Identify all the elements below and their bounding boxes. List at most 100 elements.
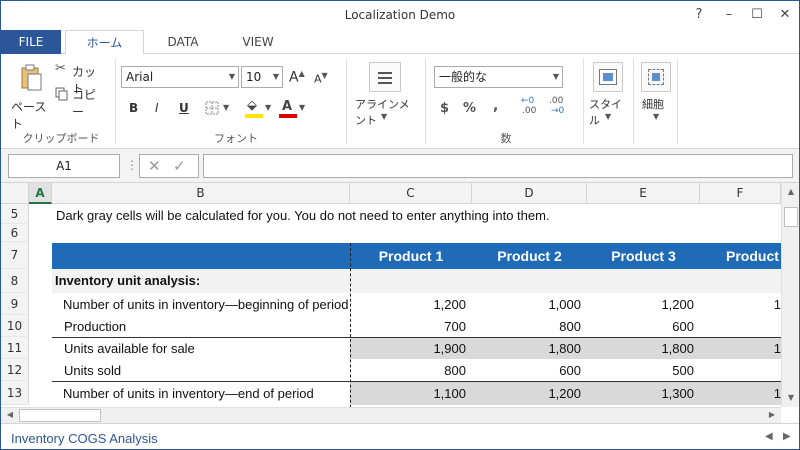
- enter-icon[interactable]: ✓: [173, 157, 186, 175]
- fill-color-button[interactable]: ⬙ ▼: [245, 98, 275, 120]
- column-header-d[interactable]: D: [472, 183, 587, 204]
- chevron-down-icon: ▼: [653, 112, 660, 121]
- cells-button[interactable]: 細胞 ▼: [637, 60, 677, 126]
- cut-button[interactable]: ✂ カット: [55, 61, 105, 96]
- styles-button[interactable]: スタイル ▼: [587, 60, 631, 127]
- currency-button[interactable]: $: [440, 101, 449, 116]
- vertical-scrollbar[interactable]: ▲ ▼: [781, 183, 799, 407]
- row-header[interactable]: 9: [1, 293, 29, 315]
- data-cell[interactable]: 1: [700, 386, 781, 401]
- chevron-down-icon: ▼: [552, 72, 559, 81]
- row-header[interactable]: 5: [1, 204, 29, 224]
- select-all-corner[interactable]: [1, 183, 29, 204]
- product-header[interactable]: Product 3: [587, 248, 700, 264]
- data-cell[interactable]: 800: [350, 363, 472, 378]
- horizontal-scrollbar[interactable]: ◀ ▶: [1, 407, 781, 423]
- row-label[interactable]: Number of units in inventory—end of peri…: [63, 386, 314, 401]
- spreadsheet-grid[interactable]: A B C D E F 5 6 7 8 9 10 11 12 13 Dark g…: [1, 183, 799, 423]
- scroll-down-icon[interactable]: ▼: [784, 391, 798, 405]
- data-cell[interactable]: 600: [587, 319, 700, 334]
- comma-button[interactable]: ,: [493, 98, 498, 114]
- data-cell[interactable]: 1,200: [472, 386, 587, 401]
- column-header-a[interactable]: A: [29, 183, 52, 204]
- row-header[interactable]: 8: [1, 269, 29, 293]
- data-cell[interactable]: 700: [350, 319, 472, 334]
- scroll-up-icon[interactable]: ▲: [784, 185, 798, 199]
- data-cell[interactable]: 1,800: [472, 341, 587, 356]
- font-color-button[interactable]: A ▼: [279, 98, 309, 120]
- column-header-c[interactable]: C: [350, 183, 472, 204]
- row-header[interactable]: 7: [1, 242, 29, 269]
- minimize-button[interactable]: –: [717, 5, 741, 25]
- data-cell[interactable]: 600: [472, 363, 587, 378]
- row-label[interactable]: Units available for sale: [64, 341, 195, 356]
- data-cell[interactable]: 1,800: [587, 341, 700, 356]
- cancel-icon[interactable]: ✕: [148, 157, 161, 175]
- data-cell[interactable]: 1,100: [350, 386, 472, 401]
- scroll-left-icon[interactable]: ◀: [3, 408, 17, 422]
- tab-file[interactable]: FILE: [1, 30, 61, 54]
- borders-button[interactable]: ▼: [205, 100, 233, 118]
- data-cell[interactable]: 1,200: [587, 297, 700, 312]
- data-cell[interactable]: 1,300: [587, 386, 700, 401]
- formula-input[interactable]: [203, 154, 793, 178]
- copy-label: コピー: [72, 88, 97, 119]
- column-header-f[interactable]: F: [700, 183, 781, 204]
- row-header[interactable]: 6: [1, 224, 29, 242]
- row-header[interactable]: 13: [1, 381, 29, 405]
- tab-view[interactable]: VIEW: [236, 30, 280, 54]
- close-button[interactable]: ✕: [773, 5, 797, 25]
- tab-data[interactable]: DATA: [161, 30, 205, 54]
- data-cell[interactable]: 800: [472, 319, 587, 334]
- font-size-select[interactable]: 10 ▼: [241, 66, 283, 88]
- restore-button[interactable]: ☐: [745, 5, 769, 25]
- scissors-icon: ✂: [55, 61, 66, 76]
- scroll-right-icon[interactable]: ▶: [765, 408, 779, 422]
- cells-label: 細胞: [642, 98, 664, 111]
- formula-actions: ✕ ✓: [139, 154, 199, 178]
- data-cell[interactable]: 1: [700, 341, 781, 356]
- decrease-decimal-button[interactable]: .00 →0: [547, 96, 569, 118]
- increase-decimal-button[interactable]: ←0 .00: [519, 96, 541, 118]
- styles-icon: [593, 62, 623, 92]
- sheet-next-icon[interactable]: ▶: [783, 431, 791, 442]
- column-header-b[interactable]: B: [52, 183, 350, 204]
- number-format-select[interactable]: 一般的な ▼: [434, 66, 563, 88]
- instruction-note[interactable]: Dark gray cells will be calculated for y…: [56, 208, 776, 224]
- clipboard-group-label: クリップボード: [22, 132, 100, 145]
- paste-button[interactable]: ペースト: [9, 62, 53, 131]
- product-header[interactable]: Product 1: [350, 248, 472, 264]
- row-header[interactable]: 12: [1, 359, 29, 381]
- name-box[interactable]: A1: [8, 154, 120, 178]
- tab-home[interactable]: ホーム: [65, 30, 144, 55]
- data-cell[interactable]: 1,200: [350, 297, 472, 312]
- horizontal-scroll-thumb[interactable]: [19, 409, 101, 422]
- bold-button[interactable]: B: [129, 101, 138, 115]
- percent-button[interactable]: %: [463, 101, 476, 116]
- font-family-select[interactable]: Arial ▼: [121, 66, 239, 88]
- underline-button[interactable]: U: [179, 101, 189, 115]
- sheet-prev-icon[interactable]: ◀: [765, 431, 773, 442]
- row-label[interactable]: Production: [64, 319, 126, 334]
- data-cell[interactable]: 1: [700, 297, 781, 312]
- grow-font-button[interactable]: A▲: [289, 69, 305, 86]
- shrink-font-button[interactable]: A▼: [314, 71, 328, 86]
- product-header[interactable]: Product 2: [472, 248, 587, 264]
- data-cell[interactable]: 500: [587, 363, 700, 378]
- font-color-letter: A: [282, 99, 293, 114]
- row-label[interactable]: Units sold: [64, 363, 121, 378]
- italic-button[interactable]: I: [155, 101, 159, 115]
- row-label[interactable]: Number of units in inventory—beginning o…: [63, 297, 348, 312]
- help-button[interactable]: ?: [687, 5, 711, 25]
- sheet-tab-active[interactable]: Inventory COGS Analysis: [11, 431, 158, 446]
- data-cell[interactable]: 1,000: [472, 297, 587, 312]
- number-group-label: 数: [500, 132, 512, 145]
- row-header[interactable]: 11: [1, 337, 29, 359]
- data-cell[interactable]: 1,900: [350, 341, 472, 356]
- row-header[interactable]: 10: [1, 315, 29, 337]
- copy-button[interactable]: コピー: [55, 85, 105, 119]
- alignment-button[interactable]: アラインメント ▼: [353, 60, 415, 127]
- section-label[interactable]: Inventory unit analysis:: [55, 273, 200, 288]
- column-header-e[interactable]: E: [587, 183, 700, 204]
- vertical-scroll-thumb[interactable]: [784, 207, 798, 227]
